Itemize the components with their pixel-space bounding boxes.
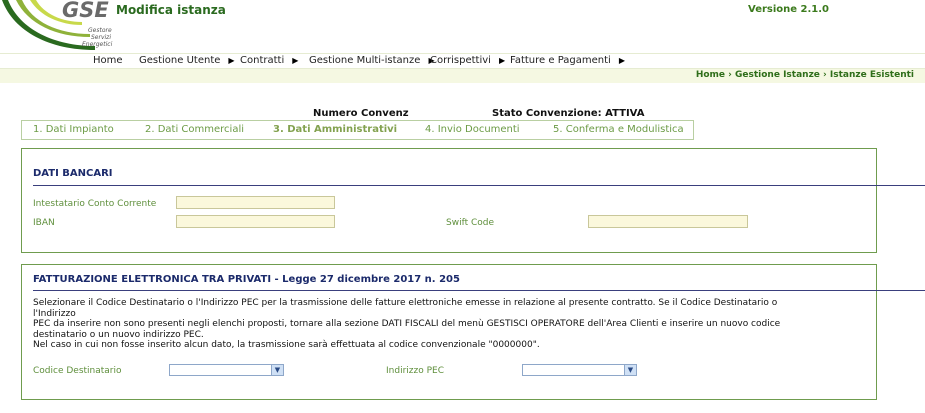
description-line: PEC da inserire non sono presenti negli … bbox=[33, 319, 781, 329]
nav-item-label: Corrispettivi bbox=[430, 55, 491, 66]
nav-item-label: Gestione Multi-istanze bbox=[309, 55, 421, 66]
swift-code-input[interactable] bbox=[588, 215, 748, 228]
section-divider bbox=[33, 185, 925, 186]
description-line: Nel caso in cui non fosse inserito alcun… bbox=[33, 340, 540, 350]
fatturazione-description: Selezionare il Codice Destinatario o l'I… bbox=[33, 298, 793, 351]
version-label: Versione 2.1.0 bbox=[748, 4, 830, 15]
dati-bancari-title: DATI BANCARI bbox=[33, 168, 113, 179]
logo-brand: GSE bbox=[62, 0, 109, 22]
caret-right-icon: ▶ bbox=[292, 56, 299, 65]
page: GSE Gestore Servizi Energetici Modifica … bbox=[0, 0, 925, 413]
fatturazione-title: FATTURAZIONE ELETTRONICA TRA PRIVATI - L… bbox=[33, 274, 460, 285]
nav-item-fatture-pagamenti[interactable]: Fatture e Pagamenti ▶ bbox=[510, 55, 625, 66]
iban-input[interactable] bbox=[176, 215, 335, 228]
description-line: destinatario o un nuovo indirizzo PEC. bbox=[33, 329, 204, 340]
nav-item-gestione-multi-istanze[interactable]: Gestione Multi-istanze ▶ bbox=[309, 55, 435, 66]
iban-label: IBAN bbox=[33, 218, 55, 228]
nav-item-gestione-utente[interactable]: Gestione Utente ▶ bbox=[139, 55, 235, 66]
indirizzo-pec-label: Indirizzo PEC bbox=[386, 366, 444, 376]
logo-tagline-1: Gestore bbox=[88, 27, 112, 34]
caret-right-icon: ▶ bbox=[498, 56, 506, 65]
fatturazione-panel: FATTURAZIONE ELETTRONICA TRA PRIVATI - L… bbox=[21, 264, 925, 400]
gse-logo[interactable]: GSE Gestore Servizi Energetici bbox=[0, 0, 118, 54]
tab-dati-commerciali[interactable]: 2. Dati Commerciali bbox=[145, 124, 244, 135]
nav-item-label: Gestione Utente bbox=[139, 55, 221, 66]
wizard-tabs: 1. Dati Impianto 2. Dati Commerciali 3. … bbox=[21, 120, 694, 140]
nav-item-contratti[interactable]: Contratti ▶ bbox=[240, 55, 298, 66]
breadcrumb[interactable]: Home › Gestione Istanze › Istanze Esiste… bbox=[696, 70, 914, 80]
tab-conferma-modulistica[interactable]: 5. Conferma e Modulistica bbox=[553, 124, 684, 135]
nav-item-label: Contratti bbox=[240, 55, 285, 66]
tab-dati-impianto[interactable]: 1. Dati Impianto bbox=[33, 124, 114, 135]
logo-tagline-3: Energetici bbox=[82, 41, 113, 48]
nav-item-home[interactable]: Home bbox=[93, 55, 123, 66]
tab-dati-amministrativi[interactable]: 3. Dati Amministrativi bbox=[273, 124, 397, 135]
caret-right-icon: ▶ bbox=[618, 56, 625, 65]
description-line: Selezionare il Codice Destinatario o l'I… bbox=[33, 298, 778, 319]
nav-item-corrispettivi[interactable]: Corrispettivi ▶ bbox=[430, 55, 505, 66]
tab-invio-documenti[interactable]: 4. Invio Documenti bbox=[425, 124, 520, 135]
intestatario-label: Intestatario Conto Corrente bbox=[33, 199, 157, 209]
nav-item-label: Home bbox=[93, 55, 123, 66]
stato-convenzione-label: Stato Convenzione: ATTIVA bbox=[492, 108, 645, 119]
swift-code-label: Swift Code bbox=[446, 218, 495, 228]
codice-destinatario-label: Codice Destinatario bbox=[33, 366, 122, 376]
nav-item-label: Fatture e Pagamenti bbox=[510, 55, 611, 66]
chevron-down-icon[interactable]: ▼ bbox=[624, 365, 636, 375]
main-nav: Home Gestione Utente ▶ Contratti ▶ Gestion… bbox=[0, 53, 925, 69]
intestatario-input[interactable] bbox=[176, 196, 335, 209]
chevron-down-icon[interactable]: ▼ bbox=[271, 365, 283, 375]
app-title: Modifica istanza bbox=[116, 3, 226, 17]
section-divider bbox=[33, 290, 925, 291]
numero-convenzione-label: Numero Convenzione bbox=[313, 108, 409, 119]
indirizzo-pec-select[interactable]: ▼ bbox=[522, 364, 637, 376]
logo-tagline-2: Servizi bbox=[91, 34, 112, 41]
dati-bancari-panel: DATI BANCARI Intestatario Conto Corrente… bbox=[21, 148, 925, 253]
caret-right-icon: ▶ bbox=[228, 56, 235, 65]
codice-destinatario-select[interactable]: ▼ bbox=[169, 364, 284, 376]
